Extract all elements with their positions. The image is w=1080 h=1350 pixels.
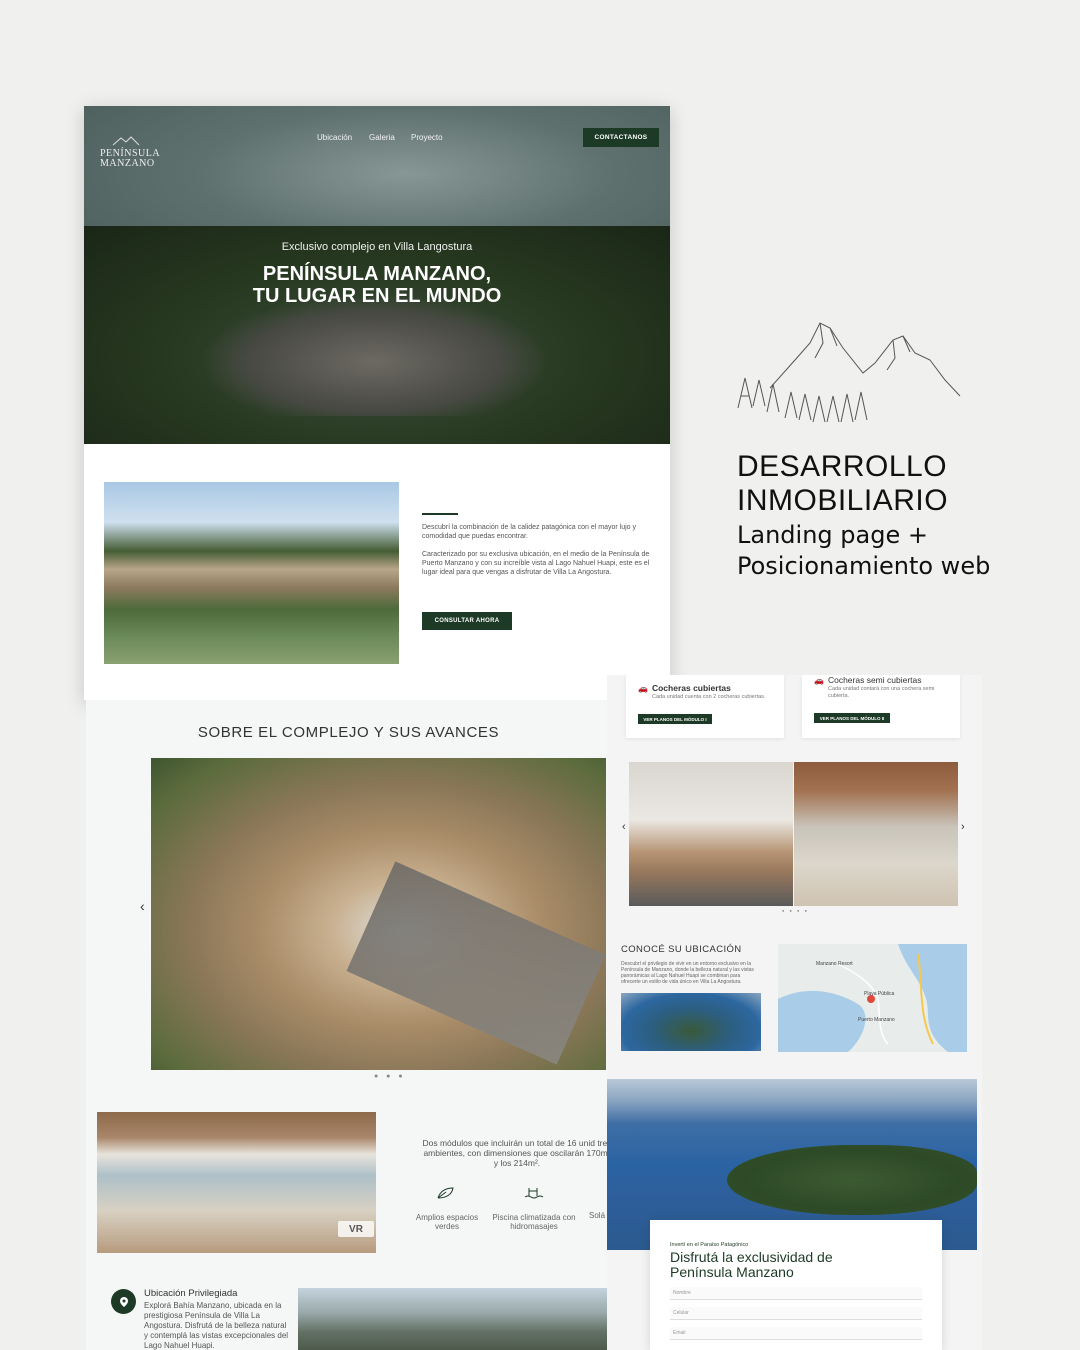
location-section-title: CONOCÉ SU UBICACIÓN xyxy=(621,944,742,955)
modules-text: Dos módulos que incluirán un total de 16… xyxy=(422,1138,611,1168)
construction-image xyxy=(151,758,606,1070)
intro-paragraph-1: Descubrí la combinación de la calidez pa… xyxy=(422,524,637,540)
intro-paragraph-2: Caracterizado por su exclusiva ubicación… xyxy=(422,551,650,576)
consult-button[interactable]: CONSULTAR AHORA xyxy=(422,612,512,630)
card-title: Cocheras cubiertas xyxy=(651,683,731,693)
promo-title-line-1: DESARROLLO xyxy=(737,450,948,483)
carousel-dots[interactable]: ● ● ● xyxy=(374,1073,406,1080)
section-title: SOBRE EL COMPLEJO Y SUS AVANCES xyxy=(197,724,500,741)
form-kicker: Invertí en el Paraíso Patagónico xyxy=(670,1242,749,1248)
mountain-image xyxy=(298,1288,611,1350)
bathroom-image xyxy=(629,762,793,906)
semi-garage-card: 🚗 Cocheras semi cubiertas Cada unidad co… xyxy=(802,675,960,738)
landing-mockup-detalles: 🚗 Cocheras cubiertas Cada unidad cuenta … xyxy=(607,675,982,1350)
contact-form: Invertí en el Paraíso Patagónico Disfrut… xyxy=(650,1220,942,1350)
feature-pool: Piscina climatizada con hidromasajes xyxy=(492,1213,576,1231)
hero-title: PENÍNSULA MANZANO, TU LUGAR EN EL MUNDO xyxy=(84,263,670,307)
form-title: Disfrutá la exclusividad de Península Ma… xyxy=(670,1250,833,1280)
site-logo[interactable]: PENÍNSULA MANZANO xyxy=(100,136,160,169)
mountains-illustration-icon xyxy=(737,322,961,423)
feature-green-spaces: Amplios espacios verdes xyxy=(415,1213,479,1231)
location-section-text: Descubrí el privilegio de vivir en un en… xyxy=(621,961,754,985)
garage-card: 🚗 Cocheras cubiertas Cada unidad cuenta … xyxy=(626,675,784,738)
nav-ubicacion[interactable]: Ubicación xyxy=(317,133,352,142)
car-icon: 🚗 xyxy=(638,683,648,693)
name-field[interactable]: Nombre xyxy=(670,1287,922,1300)
promo-title-line-2: INMOBILIARIO xyxy=(737,484,949,517)
map-label: Puerto Manzano xyxy=(858,1017,895,1023)
promo-title: DESARROLLO INMOBILIARIO xyxy=(737,450,948,518)
carousel-prev-icon[interactable]: ‹ xyxy=(140,898,145,914)
location-text: Explorá Bahía Manzano, ubicada en la pre… xyxy=(144,1301,289,1350)
hero-title-line-1: PENÍNSULA MANZANO, xyxy=(262,263,492,285)
bedroom-image xyxy=(794,762,958,906)
intro-image xyxy=(104,482,399,664)
car-icon: 🚗 xyxy=(814,675,824,685)
vr-badge[interactable]: VR xyxy=(338,1221,374,1237)
view-plans-button-1[interactable]: VER PLANOS DEL MÓDULO I xyxy=(638,714,712,724)
intro-text: Descubrí la combinación de la calidez pa… xyxy=(422,523,654,577)
landing-mockup-complejo: SOBRE EL COMPLEJO Y SUS AVANCES ‹ ● ● ● … xyxy=(86,700,611,1350)
form-title-line-1: Disfrutá la exclusividad de xyxy=(670,1249,833,1265)
phone-field[interactable]: Celular xyxy=(670,1307,922,1320)
divider xyxy=(422,513,458,515)
gallery-dots[interactable]: ● ● ● ● xyxy=(782,908,809,913)
view-plans-button-2[interactable]: VER PLANOS DEL MÓDULO II xyxy=(814,713,890,723)
gallery-prev-icon[interactable]: ‹ xyxy=(622,821,626,833)
pool-icon xyxy=(524,1186,544,1205)
island-shape xyxy=(727,1145,977,1215)
aerial-image-small xyxy=(621,993,761,1051)
leaf-icon xyxy=(435,1186,455,1205)
email-field[interactable]: Email xyxy=(670,1327,922,1340)
hero-title-line-2: TU LUGAR EN EL MUNDO xyxy=(252,285,502,307)
promo-subtitle-line-2: Posicionamiento web xyxy=(737,552,991,580)
location-title: Ubicación Privilegiada xyxy=(144,1288,238,1299)
card-subtitle: Cada unidad contará con una cochera semi… xyxy=(828,686,935,699)
interior-image xyxy=(97,1112,376,1253)
logo-text-2: MANZANO xyxy=(100,158,155,169)
mountain-logo-icon xyxy=(112,136,140,146)
hero-subtitle: Exclusivo complejo en Villa Langostura xyxy=(281,241,473,253)
promo-subtitle-line-1: Landing page + xyxy=(737,521,928,549)
nav-galeria[interactable]: Galeria xyxy=(369,133,395,142)
card-title: Cocheras semi cubiertas xyxy=(827,675,922,685)
map-label: Manzano Resort xyxy=(816,961,853,967)
contact-button[interactable]: CONTACTANOS xyxy=(583,128,659,147)
landing-mockup-hero: PENÍNSULA MANZANO Ubicación Galeria Proy… xyxy=(84,106,670,700)
map-label: Playa Pública xyxy=(864,991,895,997)
promo-subtitle: Landing page + Posicionamiento web xyxy=(737,520,990,582)
gallery-next-icon[interactable]: › xyxy=(961,821,965,833)
card-subtitle: Cada unidad cuenta con 2 cocheras cubier… xyxy=(652,694,766,700)
map[interactable]: Puerto Manzano Playa Pública Manzano Res… xyxy=(778,944,967,1052)
location-pin-icon xyxy=(111,1289,136,1314)
form-title-line-2: Península Manzano xyxy=(670,1264,794,1280)
nav-proyecto[interactable]: Proyecto xyxy=(411,133,443,142)
